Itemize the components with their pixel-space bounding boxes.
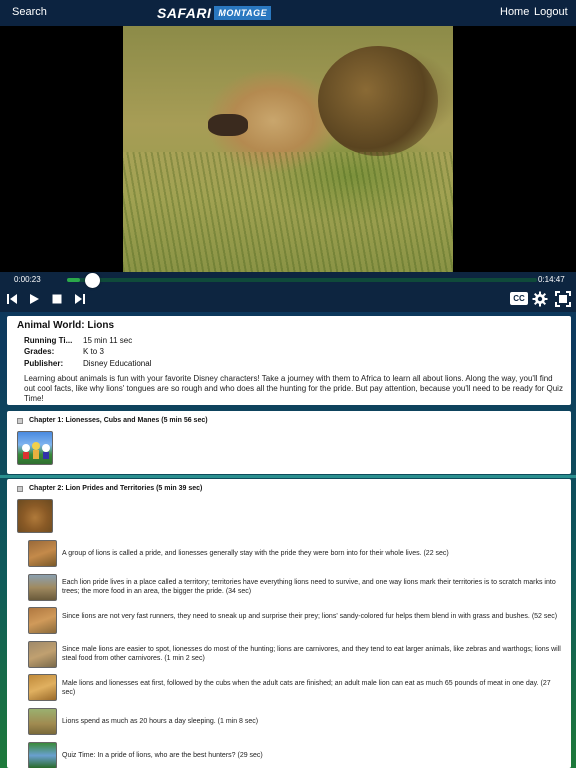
segment-thumbnail[interactable]	[28, 742, 57, 768]
segment-description[interactable]: A group of lions is called a pride, and …	[62, 549, 562, 558]
segment-thumbnail[interactable]	[28, 574, 57, 601]
stop-button[interactable]	[49, 291, 65, 307]
chapter-2-title: Chapter 2: Lion Prides and Territories (…	[29, 485, 203, 492]
chapter-divider	[0, 475, 576, 478]
previous-button[interactable]	[4, 291, 20, 307]
running-time-value: 15 min 11 sec	[83, 336, 133, 345]
chapter-1-thumbnail[interactable]	[17, 431, 53, 465]
chapter-2-panel: Chapter 2: Lion Prides and Territories (…	[7, 479, 571, 768]
program-info-panel: Animal World: Lions Running Ti... 15 min…	[7, 316, 571, 405]
grades-label: Grades:	[24, 347, 55, 356]
total-time: 0:14:47	[538, 275, 565, 284]
closed-captions-button[interactable]: CC	[510, 292, 528, 305]
segment-thumbnail[interactable]	[28, 674, 57, 701]
chapter-1-title: Chapter 1: Lionesses, Cubs and Manes (5 …	[29, 417, 208, 424]
segment-description[interactable]: Lions spend as much as 20 hours a day sl…	[62, 717, 562, 726]
expand-toggle-icon[interactable]	[17, 417, 23, 424]
previous-icon	[7, 294, 17, 304]
chapter-2-thumbnail[interactable]	[17, 499, 53, 533]
publisher-value: Disney Educational	[83, 359, 152, 368]
gear-icon	[532, 291, 548, 307]
seek-thumb[interactable]	[84, 273, 100, 288]
program-description: Learning about animals is fun with your …	[24, 374, 563, 403]
home-link[interactable]: Home	[500, 6, 529, 18]
player-controls: 0:00:23 0:14:47 CC	[0, 272, 576, 312]
stop-icon	[52, 294, 62, 304]
segment-description[interactable]: Each lion pride lives in a place called …	[62, 578, 562, 596]
top-nav-bar: Search SAFARI MONTAGE Home Logout	[0, 0, 576, 26]
lion-mouth	[208, 114, 248, 136]
logout-link[interactable]: Logout	[534, 6, 568, 18]
chapter-1-header[interactable]: Chapter 1: Lionesses, Cubs and Manes (5 …	[17, 417, 208, 424]
play-icon	[30, 294, 39, 304]
next-button[interactable]	[72, 291, 88, 307]
running-time-label: Running Ti...	[24, 336, 73, 345]
cartoon-characters-image	[22, 442, 50, 459]
search-link[interactable]: Search	[12, 6, 47, 18]
grades-value: K to 3	[83, 347, 104, 356]
segment-thumbnail[interactable]	[28, 540, 57, 567]
segment-description[interactable]: Quiz Time: In a pride of lions, who are …	[62, 751, 562, 760]
video-player[interactable]	[0, 26, 576, 272]
chapter-2-header[interactable]: Chapter 2: Lion Prides and Territories (…	[17, 485, 202, 492]
next-icon	[75, 294, 85, 304]
logo-main-text: SAFARI	[157, 5, 212, 21]
fullscreen-icon	[555, 291, 571, 307]
publisher-label: Publisher:	[24, 359, 64, 368]
segment-description[interactable]: Male lions and lionesses eat first, foll…	[62, 679, 562, 697]
seek-bar[interactable]	[67, 278, 537, 282]
grass-overlay	[123, 152, 453, 272]
safari-montage-logo[interactable]: SAFARI MONTAGE	[157, 5, 272, 21]
logo-sub-text: MONTAGE	[214, 6, 272, 20]
seek-bar-fill	[67, 278, 80, 282]
fullscreen-button[interactable]	[555, 291, 571, 307]
program-title: Animal World: Lions	[17, 320, 115, 331]
segment-thumbnail[interactable]	[28, 708, 57, 735]
current-time: 0:00:23	[14, 275, 41, 284]
segment-thumbnail[interactable]	[28, 641, 57, 668]
segment-description[interactable]: Since male lions are easier to spot, lio…	[62, 645, 562, 663]
play-button[interactable]	[26, 291, 42, 307]
video-frame-lion[interactable]	[123, 26, 453, 272]
lion-mane	[318, 46, 438, 156]
chapter-1-panel: Chapter 1: Lionesses, Cubs and Manes (5 …	[7, 411, 571, 474]
segment-thumbnail[interactable]	[28, 607, 57, 634]
settings-button[interactable]	[532, 291, 548, 307]
segment-description[interactable]: Since lions are not very fast runners, t…	[62, 612, 562, 621]
collapse-toggle-icon[interactable]	[17, 485, 23, 492]
